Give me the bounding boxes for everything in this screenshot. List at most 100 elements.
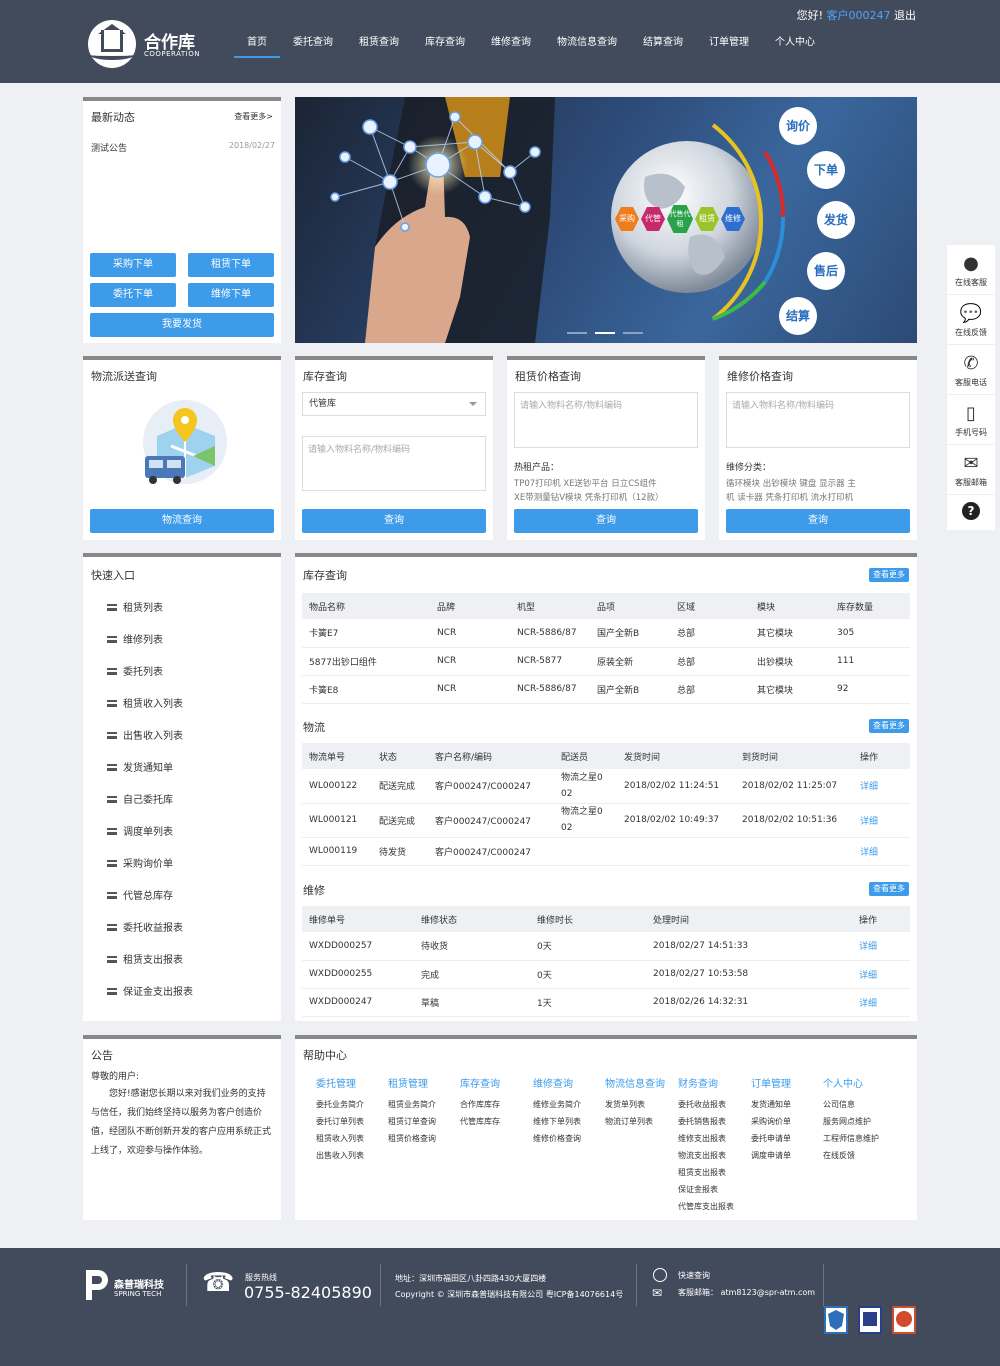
repair-search-input[interactable]: 请输入物料名称/物料编码: [726, 392, 910, 448]
quick-item[interactable]: 出售收入列表: [107, 727, 183, 742]
rent-order-button[interactable]: 租赁下单: [188, 253, 274, 277]
help-link[interactable]: 代管库库存: [460, 1113, 530, 1130]
help-link[interactable]: 出售收入列表: [316, 1147, 386, 1164]
logo[interactable]: 合作库 COOPERATION: [88, 20, 208, 68]
security-badge-1[interactable]: [824, 1306, 848, 1334]
help-link[interactable]: 租赁收入列表: [316, 1130, 386, 1147]
detail-link[interactable]: 详细: [853, 803, 910, 838]
repair-query-button[interactable]: 查询: [726, 509, 910, 533]
detail-link[interactable]: 详细: [853, 769, 910, 804]
help-link[interactable]: 委托业务简介: [316, 1096, 386, 1113]
account-link[interactable]: 客户000247: [827, 9, 891, 22]
help-link[interactable]: 物流支出报表: [678, 1147, 748, 1164]
table-row[interactable]: WL000119 待发货 客户000247/C000247 详细: [302, 837, 910, 866]
help-column-head[interactable]: 财务查询: [678, 1075, 748, 1090]
help-link[interactable]: 采购询价单: [751, 1113, 821, 1130]
help-column-head[interactable]: 物流信息查询: [605, 1075, 675, 1090]
logistics-query-button[interactable]: 物流查询: [90, 509, 274, 533]
help-link[interactable]: 维修支出报表: [678, 1130, 748, 1147]
nav-stock-query[interactable]: 库存查询: [412, 36, 478, 58]
help-link[interactable]: 租赁业务简介: [388, 1096, 458, 1113]
help-link[interactable]: 维修业务简介: [533, 1096, 603, 1113]
logistics-more-button[interactable]: 查看更多: [869, 719, 909, 733]
logout-link[interactable]: 退出: [894, 9, 916, 22]
help-link[interactable]: 委托申请单: [751, 1130, 821, 1147]
repair-category-line2[interactable]: 机 读卡器 凭条打印机 流水打印机: [726, 491, 853, 503]
service-email-button[interactable]: ✉ 客服邮箱: [947, 445, 995, 495]
help-column-head[interactable]: 库存查询: [460, 1075, 530, 1090]
quick-item[interactable]: 保证金支出报表: [107, 983, 193, 998]
nav-home[interactable]: 首页: [234, 36, 280, 58]
nav-consign-query[interactable]: 委托查询: [280, 36, 346, 58]
help-link[interactable]: 发货通知单: [751, 1096, 821, 1113]
help-link[interactable]: 委托销售报表: [678, 1113, 748, 1130]
stock-search-input[interactable]: 请输入物料名称/物料编码: [302, 436, 486, 491]
help-button[interactable]: ?: [947, 495, 995, 545]
quick-item[interactable]: 自己委托库: [107, 791, 173, 806]
help-link[interactable]: 在线反馈: [823, 1147, 893, 1164]
help-link[interactable]: 调度申请单: [751, 1147, 821, 1164]
table-row[interactable]: WL000121 配送完成 客户000247/C000247 物流之星0 02 2018…: [302, 803, 910, 838]
table-row[interactable]: WXDD000247 草稿 1天 2018/02/26 14:32:31 详细: [302, 988, 910, 1017]
news-more-link[interactable]: 查看更多>: [234, 111, 273, 122]
quick-item[interactable]: 发货通知单: [107, 759, 173, 774]
news-item[interactable]: 测试公告 2018/02/27: [91, 141, 275, 155]
quick-item[interactable]: 委托列表: [107, 663, 163, 678]
stock-query-button[interactable]: 查询: [302, 509, 486, 533]
quick-item[interactable]: 租赁收入列表: [107, 695, 183, 710]
quick-query-link[interactable]: 快速查询: [678, 1270, 710, 1281]
hot-products-line1[interactable]: TP07打印机 XE送钞平台 日立CS组件: [514, 477, 657, 489]
help-link[interactable]: 租赁支出报表: [678, 1164, 748, 1181]
consign-order-button[interactable]: 委托下单: [90, 283, 176, 307]
nav-repair-query[interactable]: 维修查询: [478, 36, 544, 58]
detail-link[interactable]: 详细: [853, 837, 910, 866]
rent-query-button[interactable]: 查询: [514, 509, 698, 533]
mobile-number-button[interactable]: ▯ 手机号码: [947, 395, 995, 445]
nav-personal-center[interactable]: 个人中心: [762, 36, 828, 58]
help-link[interactable]: 租赁价格查询: [388, 1130, 458, 1147]
repair-category-line1[interactable]: 循环模块 出钞模块 键盘 显示器 主: [726, 477, 856, 489]
help-column-head[interactable]: 维修查询: [533, 1075, 603, 1090]
repair-more-button[interactable]: 查看更多: [869, 882, 909, 896]
table-row[interactable]: 卡簧E7 NCR NCR-5886/87 国产全新B 总部 其它模块 305: [302, 619, 910, 648]
detail-link[interactable]: 详细: [852, 932, 910, 961]
quick-item[interactable]: 委托收益报表: [107, 919, 183, 934]
help-link[interactable]: 合作库库存: [460, 1096, 530, 1113]
hero-banner[interactable]: 采购 代管 代售代租 租赁 维修 询价 下单 发货 售后 结算: [295, 97, 917, 343]
quick-item[interactable]: 采购询价单: [107, 855, 173, 870]
security-badge-3[interactable]: [892, 1306, 916, 1334]
nav-settlement-query[interactable]: 结算查询: [630, 36, 696, 58]
security-badge-2[interactable]: [858, 1306, 882, 1334]
nav-logistics-query[interactable]: 物流信息查询: [544, 36, 630, 58]
help-link[interactable]: 发货单列表: [605, 1096, 675, 1113]
table-row[interactable]: 5877出钞口组件 NCR NCR-5877 原装全新 总部 出钞模块 111: [302, 647, 910, 676]
purchase-order-button[interactable]: 采购下单: [90, 253, 176, 277]
nav-rent-query[interactable]: 租赁查询: [346, 36, 412, 58]
quick-item[interactable]: 代管总库存: [107, 887, 173, 902]
service-phone-button[interactable]: ✆ 客服电话: [947, 345, 995, 395]
help-link[interactable]: 代管库支出报表: [678, 1198, 748, 1215]
quick-item[interactable]: 租赁支出报表: [107, 951, 183, 966]
help-link[interactable]: 租赁订单查询: [388, 1113, 458, 1130]
warehouse-select[interactable]: 代管库: [302, 392, 486, 416]
online-feedback-button[interactable]: 💬 在线反馈: [947, 295, 995, 345]
hot-products-line2[interactable]: XE带测量钻V模块 凭条打印机（12款）: [514, 491, 664, 503]
help-link[interactable]: 物流订单列表: [605, 1113, 675, 1130]
help-link[interactable]: 公司信息: [823, 1096, 893, 1113]
online-service-button[interactable]: ● 在线客服: [947, 245, 995, 295]
quick-item[interactable]: 租赁列表: [107, 599, 163, 614]
detail-link[interactable]: 详细: [852, 960, 910, 989]
help-link[interactable]: 维修价格查询: [533, 1130, 603, 1147]
help-link[interactable]: 委托收益报表: [678, 1096, 748, 1113]
table-row[interactable]: 卡簧E8 NCR NCR-5886/87 国产全新B 总部 其它模块 92: [302, 675, 910, 704]
table-row[interactable]: WXDD000255 完成 0天 2018/02/27 10:53:58 详细: [302, 960, 910, 989]
stock-more-button[interactable]: 查看更多: [869, 568, 909, 582]
help-column-head[interactable]: 个人中心: [823, 1075, 893, 1090]
rent-search-input[interactable]: 请输入物料名称/物料编码: [514, 392, 698, 448]
help-link[interactable]: 委托订单列表: [316, 1113, 386, 1130]
quick-item[interactable]: 维修列表: [107, 631, 163, 646]
repair-order-button[interactable]: 维修下单: [188, 283, 274, 307]
ship-button[interactable]: 我要发货: [90, 313, 274, 337]
nav-order-management[interactable]: 订单管理: [696, 36, 762, 58]
quick-item[interactable]: 调度单列表: [107, 823, 173, 838]
